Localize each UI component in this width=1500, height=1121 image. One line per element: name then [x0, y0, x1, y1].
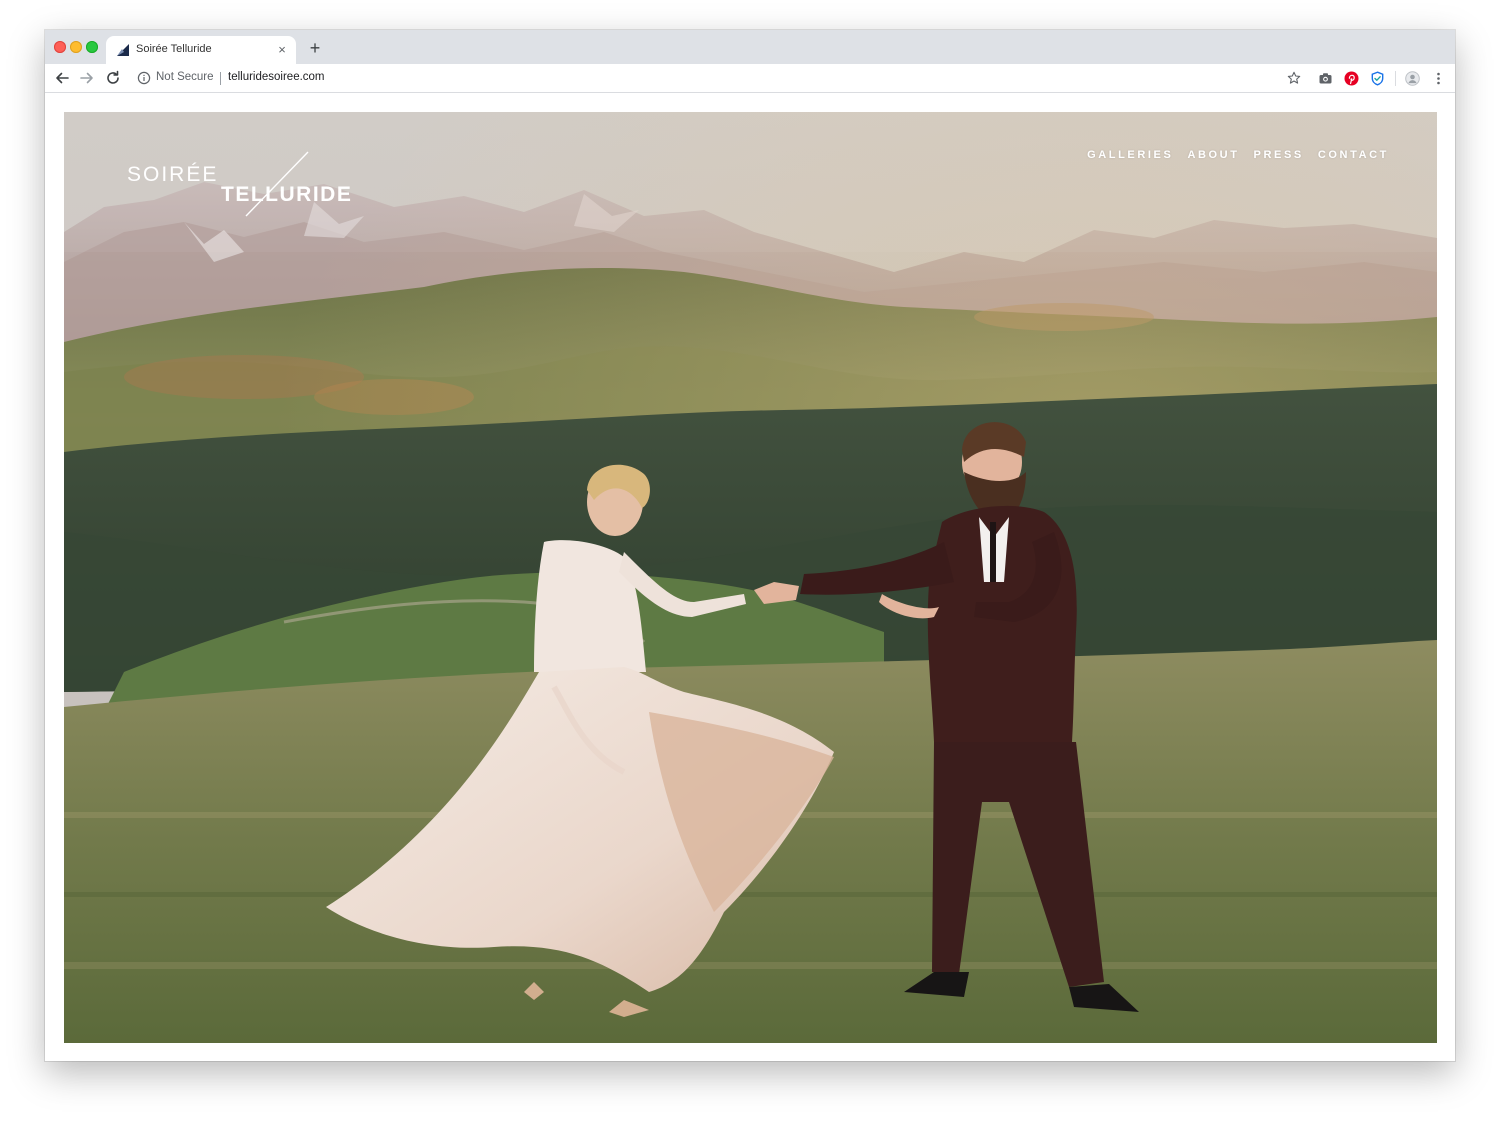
nav-galleries[interactable]: GALLERIES: [1087, 149, 1173, 161]
url-text[interactable]: telluridesoiree.com: [228, 71, 325, 83]
tab-title: Soirée Telluride: [136, 43, 212, 55]
security-status[interactable]: Not Secure: [156, 71, 214, 83]
nav-about[interactable]: ABOUT: [1187, 149, 1239, 161]
page-viewport: SOIRÉE TELLURIDE GALLERIES ABOUT PRESS C…: [45, 93, 1455, 1061]
avatar-icon[interactable]: [1405, 71, 1420, 86]
kebab-menu-icon[interactable]: [1431, 71, 1446, 86]
new-tab-button[interactable]: +: [306, 39, 324, 57]
info-icon[interactable]: [137, 71, 151, 85]
nav-contact[interactable]: CONTACT: [1318, 149, 1389, 161]
star-icon[interactable]: [1287, 71, 1301, 85]
browser-tab[interactable]: Soirée Telluride ×: [106, 36, 296, 64]
browser-toolbar: Not Secure telluridesoiree.com: [45, 64, 1455, 93]
arrow-left-icon[interactable]: [53, 69, 71, 87]
tab-strip: Soirée Telluride × +: [45, 30, 1455, 64]
arrow-right-icon[interactable]: [78, 69, 96, 87]
hero-image: SOIRÉE TELLURIDE GALLERIES ABOUT PRESS C…: [64, 112, 1437, 1043]
logo-line2: TELLURIDE: [221, 183, 353, 206]
pinterest-icon[interactable]: [1344, 71, 1359, 86]
camera-icon[interactable]: [1318, 71, 1333, 86]
main-nav: GALLERIES ABOUT PRESS CONTACT: [1087, 149, 1389, 161]
toolbar-divider: [1395, 71, 1396, 86]
address-bar[interactable]: Not Secure telluridesoiree.com: [131, 66, 1321, 90]
close-tab-icon[interactable]: ×: [274, 42, 290, 58]
browser-window: Soirée Telluride × + Not Secure tellurid…: [45, 30, 1455, 1061]
site-logo[interactable]: SOIRÉE TELLURIDE: [124, 148, 364, 220]
shield-icon[interactable]: [1370, 71, 1385, 86]
logo-line1: SOIRÉE: [127, 163, 219, 186]
address-separator: [220, 72, 221, 85]
site-favicon-icon: [117, 44, 129, 56]
nav-press[interactable]: PRESS: [1254, 149, 1304, 161]
reload-icon[interactable]: [104, 69, 122, 87]
close-window-button[interactable]: [54, 41, 66, 53]
hero-photo: [64, 112, 1437, 1043]
minimize-window-button[interactable]: [70, 41, 82, 53]
maximize-window-button[interactable]: [86, 41, 98, 53]
